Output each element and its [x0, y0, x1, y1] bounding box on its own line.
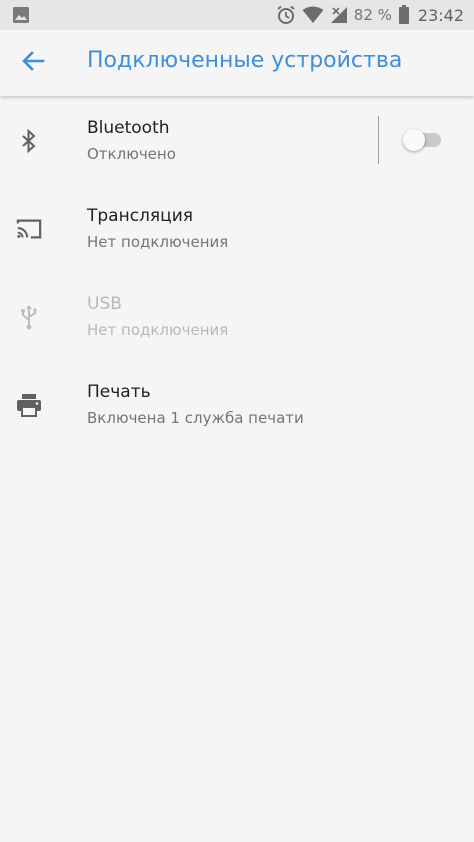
cast-icon [16, 216, 42, 242]
usb-title: USB [87, 294, 122, 314]
bluetooth-subtitle: Отключено [87, 145, 176, 163]
list-item-cast[interactable]: Трансляция Нет подключения [0, 184, 474, 272]
toggle-thumb [403, 129, 425, 151]
list-item-bluetooth[interactable]: Bluetooth Отключено [0, 96, 474, 184]
list-item-usb[interactable]: USB Нет подключения [0, 272, 474, 360]
battery-icon [398, 5, 410, 25]
clock: 23:42 [417, 5, 464, 25]
print-subtitle: Включена 1 служба печати [87, 409, 304, 427]
print-title: Печать [87, 382, 151, 402]
print-icon [16, 392, 42, 418]
usb-subtitle: Нет подключения [87, 321, 229, 339]
battery-percent: 82 % [353, 6, 392, 24]
status-bar: 82 % 23:42 [0, 0, 474, 30]
status-icons: 82 % 23:42 [276, 0, 464, 30]
cast-subtitle: Нет подключения [87, 233, 229, 251]
cast-title: Трансляция [87, 206, 193, 226]
page-title: Подключенные устройства [87, 48, 403, 73]
alarm-icon [276, 5, 296, 25]
image-icon [12, 6, 30, 24]
signal-icon [330, 6, 348, 24]
bluetooth-title: Bluetooth [87, 118, 170, 138]
divider [378, 116, 379, 164]
list-item-print[interactable]: Печать Включена 1 служба печати [0, 360, 474, 448]
arrow-back-icon [21, 51, 45, 75]
bluetooth-icon [16, 128, 42, 154]
bluetooth-toggle[interactable] [403, 129, 441, 151]
usb-icon [16, 304, 42, 330]
back-button[interactable] [16, 47, 50, 79]
wifi-icon [302, 6, 324, 24]
app-bar: Подключенные устройства [0, 30, 474, 96]
